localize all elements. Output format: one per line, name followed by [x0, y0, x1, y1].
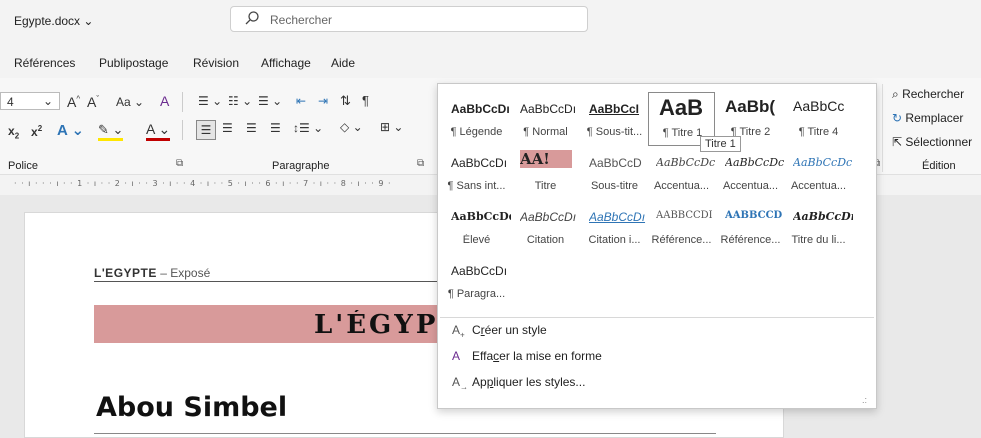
chevron-down-icon: ⌄: [43, 94, 54, 108]
style-reference-legere[interactable]: AABBCCDI Référence...: [648, 200, 715, 254]
gallery-divider: [440, 317, 874, 318]
style-reference-intense[interactable]: AABBCCD Référence...: [717, 200, 784, 254]
search-icon: ⌕: [892, 87, 899, 101]
style-sous-titre-para[interactable]: AaBbCcI ¶ Sous-tit...: [581, 92, 648, 146]
create-style-icon: A+: [452, 323, 465, 340]
dialog-launcher-icon[interactable]: ⧉: [176, 158, 183, 169]
style-accentuation-1[interactable]: AaBbCcDc Accentua...: [648, 146, 715, 200]
numbering-button[interactable]: ☷ ⌄: [228, 94, 252, 108]
find-button[interactable]: ⌕ Rechercher: [892, 87, 964, 102]
style-accentuation-3[interactable]: AaBbCcDc Accentua...: [785, 146, 852, 200]
pilcrow-icon[interactable]: ¶: [362, 93, 369, 108]
multilevel-list-button[interactable]: ☰ ⌄: [258, 94, 282, 108]
replace-icon: ↻: [892, 111, 903, 125]
style-accentuation-2[interactable]: AaBbCcDc Accentua...: [717, 146, 784, 200]
style-sous-titre[interactable]: AaBbCcD Sous-titre: [581, 146, 648, 200]
search-placeholder: Rechercher: [270, 13, 333, 27]
clear-formatting-button[interactable]: A Effacer la mise en forme: [452, 349, 602, 363]
bullets-button[interactable]: ☰ ⌄: [198, 94, 222, 108]
align-center-button[interactable]: ☰: [222, 121, 233, 135]
dialog-launcher-icon[interactable]: ⧉: [417, 158, 424, 169]
apply-styles-button[interactable]: A→ Appliquer les styles...: [452, 375, 585, 391]
text-effects-button[interactable]: A ⌄: [57, 121, 84, 139]
style-paragraphe-liste[interactable]: AaBbCcDı ¶ Paragra...: [443, 254, 510, 308]
grow-font-button[interactable]: A^: [67, 94, 80, 110]
divider: [182, 92, 183, 112]
tab-references[interactable]: Références: [14, 56, 75, 70]
font-color-button[interactable]: A ⌄: [146, 121, 171, 141]
heading-rule: [94, 433, 716, 434]
align-left-button[interactable]: ☰: [196, 120, 216, 140]
apply-styles-icon: A→: [452, 375, 469, 392]
group-label-paragraphe: Paragraphe: [272, 160, 330, 172]
align-right-button[interactable]: ☰: [246, 121, 257, 135]
line-spacing-button[interactable]: ↕☰ ⌄: [293, 121, 323, 135]
font-size-select[interactable]: 4 ⌄: [0, 92, 60, 110]
search-icon: [245, 11, 259, 25]
chevron-down-icon: ⌄: [83, 14, 94, 28]
clear-formatting-icon: A: [452, 349, 461, 363]
tab-aide[interactable]: Aide: [331, 56, 355, 70]
change-case-button[interactable]: Aa ⌄: [116, 95, 144, 109]
horizontal-ruler[interactable]: · · ı · · · ı · · 1 · ı · · 2 · ı · · 3 …: [0, 176, 440, 194]
style-titre-du-livre[interactable]: AaBbCcDı Titre du li...: [785, 200, 854, 254]
divider: [182, 120, 183, 140]
select-button[interactable]: ⇱ Sélectionner: [892, 135, 972, 149]
tooltip: Titre 1: [700, 136, 741, 152]
create-style-button[interactable]: A+ Créer un style: [452, 323, 547, 339]
tab-revision[interactable]: Révision: [193, 56, 239, 70]
superscript-button[interactable]: x2: [31, 124, 42, 139]
style-legende[interactable]: AaBbCcDı ¶ Légende: [443, 92, 510, 146]
tab-publipostage[interactable]: Publipostage: [99, 56, 168, 70]
style-normal[interactable]: AaBbCcDı ¶ Normal: [512, 92, 579, 146]
style-sans-interligne[interactable]: AaBbCcDı ¶ Sans int...: [443, 146, 510, 200]
document-title[interactable]: L'ÉGYPTE: [314, 310, 440, 340]
subscript-button[interactable]: x2: [8, 124, 19, 140]
style-citation-intense[interactable]: AaBbCcDı Citation i...: [581, 200, 648, 254]
tab-affichage[interactable]: Affichage: [261, 56, 311, 70]
replace-button[interactable]: ↻ Remplacer: [892, 111, 963, 125]
document-name-dropdown[interactable]: Egypte.docx ⌄: [14, 14, 93, 28]
shrink-font-button[interactable]: Aˇ: [87, 94, 99, 110]
style-titre-4[interactable]: AaBbCc ¶ Titre 4: [785, 92, 852, 146]
style-titre[interactable]: AA! Titre: [512, 146, 579, 200]
group-label-edition: Édition: [922, 160, 956, 172]
cursor-icon: ⇱: [892, 135, 903, 149]
shading-button[interactable]: ◇ ⌄: [340, 120, 363, 134]
decrease-indent-button[interactable]: ⇤: [296, 94, 306, 108]
divider: [882, 84, 883, 172]
resize-grip-icon[interactable]: .:: [862, 395, 867, 405]
justify-button[interactable]: ☰: [270, 121, 281, 135]
group-label-police: Police: [8, 160, 38, 172]
highlight-color-button[interactable]: ✎ ⌄: [98, 122, 124, 141]
increase-indent-button[interactable]: ⇥: [318, 94, 328, 108]
style-citation[interactable]: AaBbCcDı Citation: [512, 200, 579, 254]
style-eleve[interactable]: AaBbCcDd Élevé: [443, 200, 511, 254]
section-heading[interactable]: Abou Simbel: [96, 392, 287, 423]
clear-formatting-icon[interactable]: A: [160, 93, 169, 109]
borders-button[interactable]: ⊞ ⌄: [380, 120, 403, 134]
sort-icon[interactable]: ⇅: [340, 93, 351, 109]
page-header-text[interactable]: L'EGYPTE – Exposé: [94, 266, 210, 280]
header-rule: [94, 281, 440, 282]
